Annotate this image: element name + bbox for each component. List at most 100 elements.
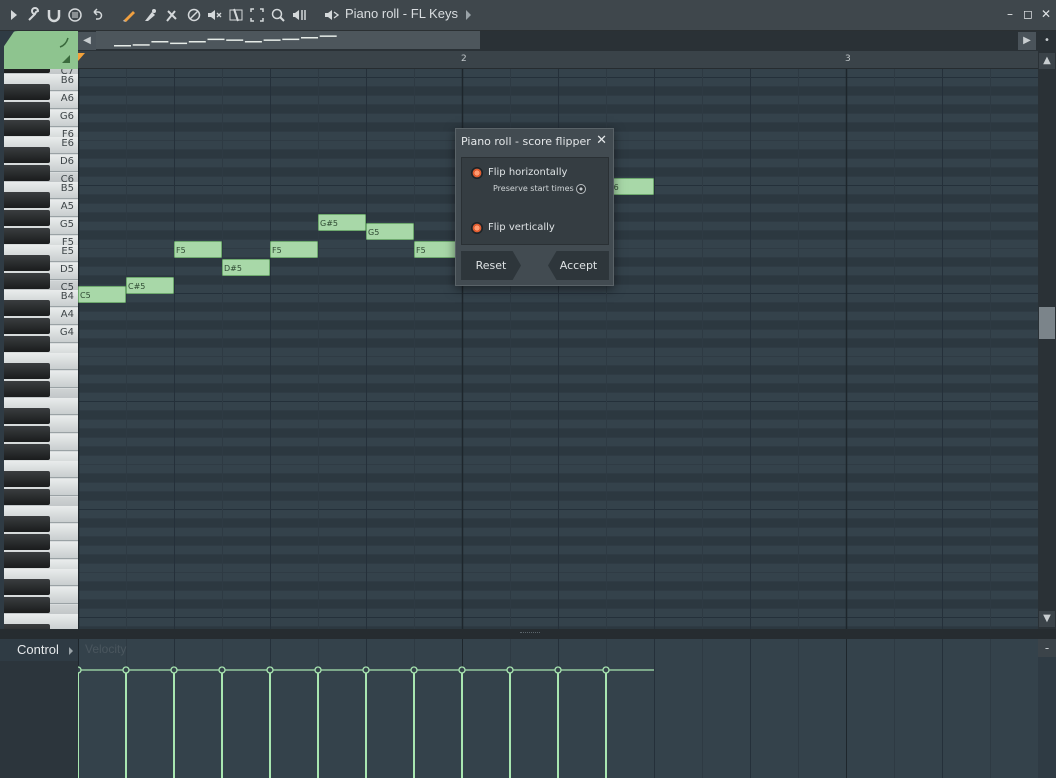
preserve-start-times-label[interactable]: Preserve start times: [493, 184, 574, 193]
piano-key-as3[interactable]: [4, 408, 50, 424]
note-cs5[interactable]: C#5: [126, 277, 174, 294]
velocity-handle[interactable]: [122, 666, 130, 674]
overview-dot-icon[interactable]: •: [1038, 32, 1056, 50]
panel-divider[interactable]: [0, 629, 1056, 639]
velocity-handle[interactable]: [458, 666, 466, 674]
close-button[interactable]: ✕: [1039, 6, 1053, 22]
piano-key-gs2[interactable]: [4, 534, 50, 550]
menu-arrow-icon[interactable]: [6, 7, 22, 23]
piano-key-cs6[interactable]: [4, 165, 50, 181]
select-tool-icon[interactable]: [249, 7, 265, 23]
vertical-scrollbar[interactable]: ▲ ▼: [1038, 51, 1056, 629]
piano-key-fs3[interactable]: [4, 444, 50, 460]
paint-brush-icon[interactable]: [142, 7, 158, 23]
piano-key-fs5[interactable]: [4, 228, 50, 244]
wrench-icon[interactable]: [26, 7, 42, 23]
piano-key-fs2[interactable]: [4, 552, 50, 568]
piano-key-as2[interactable]: [4, 516, 50, 532]
minimize-button[interactable]: –: [1003, 6, 1017, 22]
piano-key-ds6[interactable]: [4, 147, 50, 163]
scroll-down-icon[interactable]: ▼: [1039, 611, 1055, 627]
piano-key-cs5[interactable]: [4, 273, 50, 289]
speaker-icon[interactable]: [323, 7, 339, 23]
scroll-left-icon[interactable]: ◀: [78, 32, 96, 50]
slice-tool-icon[interactable]: [228, 7, 244, 23]
piano-key-cs3[interactable]: [4, 489, 50, 505]
stamp-tab[interactable]: [4, 31, 78, 69]
song-position-marker-icon[interactable]: [78, 53, 85, 61]
magnet-snap-icon[interactable]: [46, 7, 62, 23]
piano-key-gs4[interactable]: [4, 318, 50, 334]
piano-key-gs3[interactable]: [4, 426, 50, 442]
score-flipper-dialog: Piano roll - score flipper ✕ Flip horizo…: [455, 128, 614, 286]
control-minimize-button[interactable]: -: [1038, 639, 1056, 657]
zoom-tool-icon[interactable]: [270, 7, 286, 23]
piano-key-as4[interactable]: [4, 300, 50, 316]
control-arrow-icon[interactable]: [69, 647, 73, 655]
flip-horizontally-radio[interactable]: [471, 167, 483, 179]
piano-key-gs6[interactable]: [4, 102, 50, 118]
note-ds5[interactable]: D#5: [222, 259, 270, 276]
vertical-scroll-thumb[interactable]: [1039, 307, 1055, 339]
velocity-handle[interactable]: [410, 666, 418, 674]
velocity-handle[interactable]: [314, 666, 322, 674]
overview-note: [114, 45, 131, 47]
divider-grip-icon[interactable]: [520, 632, 540, 635]
velocity-handle[interactable]: [506, 666, 514, 674]
preserve-start-times-toggle[interactable]: [576, 184, 586, 194]
dialog-title[interactable]: Piano roll - score flipper: [461, 135, 591, 148]
flip-vertically-radio[interactable]: [471, 222, 483, 234]
piano-key-cs2[interactable]: [4, 597, 50, 613]
title-arrow-icon[interactable]: [466, 10, 471, 20]
velocity-canvas[interactable]: [74, 639, 1039, 778]
note-c5[interactable]: C5: [78, 286, 126, 303]
reset-button[interactable]: Reset: [461, 251, 521, 280]
overview-scrollbar[interactable]: ◀ ▶ •: [78, 31, 1056, 51]
accept-button[interactable]: Accept: [548, 251, 609, 280]
velocity-handle[interactable]: [602, 666, 610, 674]
piano-key-cs7[interactable]: [4, 69, 50, 73]
piano-keyboard[interactable]: C7 B6 A6 G6 F6 E6 D6 C6 B5 A5 G5 F5 E5 D5 C5 B4 A4 G4: [4, 69, 78, 629]
playback-tool-icon[interactable]: [291, 7, 307, 23]
piano-key-ds5[interactable]: [4, 255, 50, 271]
pencil-draw-icon[interactable]: [121, 7, 137, 23]
overview-thumb[interactable]: [96, 31, 480, 49]
piano-key-fs6[interactable]: [4, 120, 50, 136]
note-label: D#5: [224, 264, 242, 273]
speaker-mute-icon[interactable]: [206, 7, 222, 23]
overview-note: [188, 41, 206, 43]
note-g5[interactable]: G5: [366, 223, 414, 240]
piano-key-gs5[interactable]: [4, 210, 50, 226]
velocity-control-area[interactable]: [74, 639, 1039, 778]
window-title[interactable]: Piano roll - FL Keys: [345, 6, 458, 21]
piano-key-as6[interactable]: [4, 84, 50, 100]
key-label: E6: [61, 138, 74, 149]
velocity-handle[interactable]: [218, 666, 226, 674]
dialog-close-icon[interactable]: ✕: [596, 134, 607, 148]
piano-key-ds2[interactable]: [4, 579, 50, 595]
piano-key-cs4[interactable]: [4, 381, 50, 397]
timeline-ruler[interactable]: 2 3: [78, 51, 1038, 69]
control-label[interactable]: Control: [4, 639, 78, 661]
note-gs5[interactable]: G#5: [318, 214, 366, 231]
piano-key-ds3[interactable]: [4, 471, 50, 487]
flip-vertically-label[interactable]: Flip vertically: [488, 222, 555, 233]
velocity-handle[interactable]: [266, 666, 274, 674]
velocity-handle[interactable]: [170, 666, 178, 674]
velocity-handle[interactable]: [362, 666, 370, 674]
piano-key-fs4[interactable]: [4, 336, 50, 352]
scroll-right-icon[interactable]: ▶: [1018, 32, 1036, 50]
delete-tool-icon[interactable]: [164, 7, 180, 23]
note-f5[interactable]: F5: [270, 241, 318, 258]
scroll-up-icon[interactable]: ▲: [1039, 53, 1055, 69]
velocity-handle[interactable]: [74, 666, 82, 674]
undo-icon[interactable]: [89, 7, 105, 23]
note-f5[interactable]: F5: [174, 241, 222, 258]
velocity-handle[interactable]: [554, 666, 562, 674]
menu-circle-icon[interactable]: [67, 7, 83, 23]
mute-tool-icon[interactable]: [186, 7, 202, 23]
piano-key-ds4[interactable]: [4, 363, 50, 379]
flip-horizontally-label[interactable]: Flip horizontally: [488, 167, 567, 178]
maximize-button[interactable]: ◻: [1021, 6, 1035, 22]
piano-key-as5[interactable]: [4, 192, 50, 208]
